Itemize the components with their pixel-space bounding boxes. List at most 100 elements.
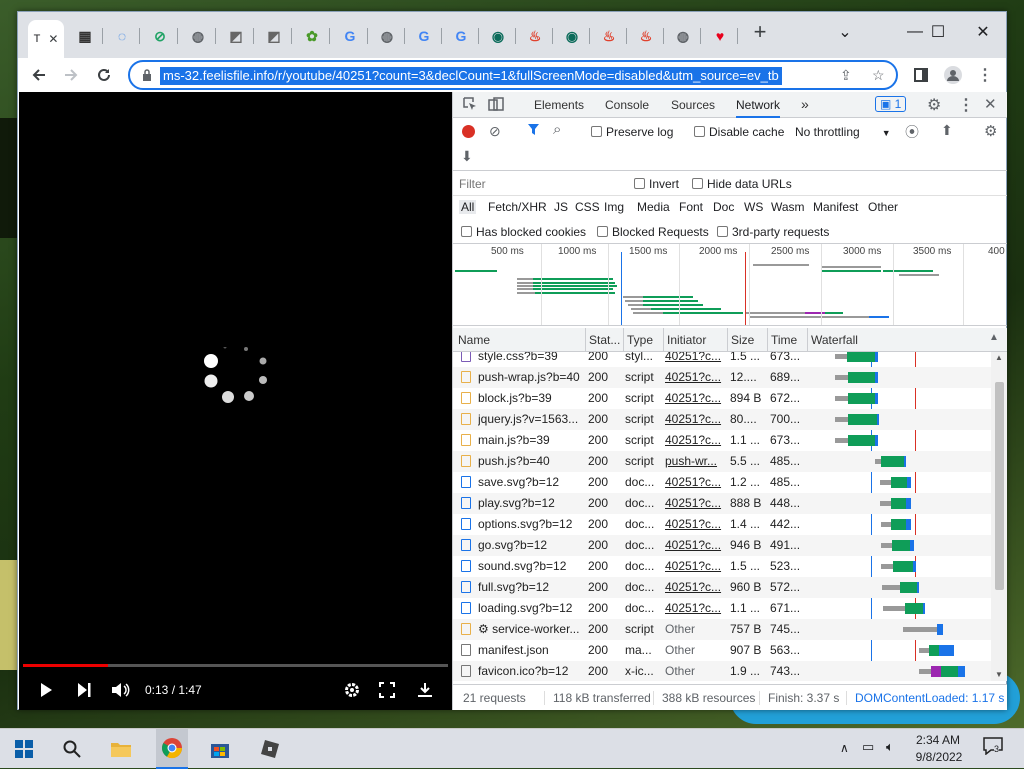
cell-name[interactable]: sound.svg?b=12: [478, 559, 584, 573]
type-filter-fetch-xhr[interactable]: Fetch/XHR: [488, 200, 547, 214]
devtools-tab-sources[interactable]: Sources: [671, 98, 715, 112]
column-header-size[interactable]: Size: [731, 333, 754, 347]
tab-loading[interactable]: ◌: [104, 21, 140, 51]
table-row[interactable]: main.js?b=39 200 script 40251?c... 1.1 ... 67…: [453, 430, 991, 451]
column-header-type[interactable]: Type: [627, 333, 653, 347]
scrollbar-thumb[interactable]: [995, 382, 1004, 590]
maximize-button[interactable]: ☐: [915, 18, 961, 46]
settings-button[interactable]: [344, 682, 360, 701]
cell-initiator[interactable]: Other: [665, 622, 725, 636]
type-filter-css[interactable]: CSS: [575, 200, 600, 214]
table-row[interactable]: jquery.js?v=1563... 200 script 40251?c... 80…: [453, 409, 991, 430]
network-status-icon[interactable]: ▭: [862, 739, 874, 755]
record-icon[interactable]: [462, 125, 475, 138]
notification-center-button[interactable]: 3: [983, 737, 1003, 757]
clock-date[interactable]: 9/8/2022: [914, 750, 964, 764]
clock-time[interactable]: 2:34 AM: [916, 733, 960, 747]
tab-6[interactable]: ◩: [218, 21, 254, 51]
has-blocked-cookies-checkbox[interactable]: Has blocked cookies: [461, 225, 586, 239]
reload-button[interactable]: [93, 64, 115, 86]
devtools-tab-elements[interactable]: Elements: [534, 98, 584, 112]
tab-15[interactable]: ◉: [554, 21, 590, 51]
more-tabs-button[interactable]: »: [801, 96, 809, 112]
url-text[interactable]: ms-32.feelisfile.info/r/youtube/40251?co…: [160, 67, 782, 85]
tab-2[interactable]: ▦: [67, 21, 103, 51]
close-window-button[interactable]: ✕: [960, 18, 1006, 46]
tab-search-button[interactable]: ⌄: [822, 18, 868, 46]
upload-icon[interactable]: ⬆: [941, 122, 953, 139]
tab-11[interactable]: G: [406, 21, 442, 51]
cell-name[interactable]: block.js?b=39: [478, 391, 584, 405]
throttling-select[interactable]: No throttling ▼: [795, 125, 891, 139]
tab-9[interactable]: G: [332, 21, 368, 51]
table-scrollbar[interactable]: ▲ ▼: [991, 352, 1007, 681]
cell-initiator[interactable]: 40251?c...: [665, 475, 725, 489]
table-row[interactable]: sound.svg?b=12 200 doc... 40251?c... 1.5 ...…: [453, 556, 991, 577]
cell-name[interactable]: ⚙ service-worker...: [478, 622, 584, 636]
table-row[interactable]: favicon.ico?b=12 200 x-ic... Other 1.9 ... 74…: [453, 661, 991, 681]
cell-name[interactable]: favicon.ico?b=12: [478, 664, 584, 678]
chrome-taskbar-button[interactable]: [156, 729, 188, 769]
show-hidden-icons-chevron-icon[interactable]: ∧: [840, 741, 849, 755]
cell-name[interactable]: go.svg?b=12: [478, 538, 584, 552]
table-row[interactable]: full.svg?b=12 200 doc... 40251?c... 960 B 572…: [453, 577, 991, 598]
bookmark-star-icon[interactable]: ☆: [872, 67, 885, 84]
network-settings-gear-icon[interactable]: ⚙: [984, 122, 997, 140]
table-row[interactable]: style.css?b=39 200 styl... 40251?c... 1.5 ..…: [453, 352, 991, 367]
type-filter-js[interactable]: JS: [554, 200, 568, 214]
profile-button[interactable]: [942, 64, 964, 86]
column-header-name[interactable]: Name: [458, 333, 490, 347]
issues-badge[interactable]: ▣ 1: [875, 96, 907, 112]
video-player[interactable]: 0:13 / 1:47: [19, 92, 452, 710]
table-row[interactable]: push.js?b=40 200 script push-wr... 5.5 ... 48…: [453, 451, 991, 472]
cell-name[interactable]: jquery.js?v=1563...: [478, 412, 584, 426]
table-row[interactable]: play.svg?b=12 200 doc... 40251?c... 888 B 448…: [453, 493, 991, 514]
preserve-log-checkbox[interactable]: Preserve log: [591, 125, 673, 139]
cell-initiator[interactable]: 40251?c...: [665, 580, 725, 594]
cell-initiator[interactable]: Other: [665, 664, 725, 678]
blocked-requests-checkbox[interactable]: Blocked Requests: [597, 225, 709, 239]
tab-19[interactable]: ♥: [702, 21, 738, 51]
hide-data-urls-checkbox[interactable]: Hide data URLs: [692, 177, 792, 191]
cell-name[interactable]: style.css?b=39: [478, 352, 584, 363]
cell-initiator[interactable]: 40251?c...: [665, 517, 725, 531]
file-explorer-button[interactable]: [105, 735, 137, 763]
devtools-close-icon[interactable]: ✕: [984, 95, 997, 113]
table-row[interactable]: block.js?b=39 200 script 40251?c... 894 B 672…: [453, 388, 991, 409]
cell-name[interactable]: push-wrap.js?b=40: [478, 370, 584, 384]
tab-8[interactable]: ✿: [294, 21, 330, 51]
tab-7[interactable]: ◩: [256, 21, 292, 51]
search-icon[interactable]: ⌕: [553, 121, 561, 138]
table-row[interactable]: save.svg?b=12 200 doc... 40251?c... 1.2 ... 4…: [453, 472, 991, 493]
devtools-tab-network[interactable]: Network: [736, 98, 781, 118]
cell-name[interactable]: play.svg?b=12: [478, 496, 584, 510]
column-divider[interactable]: [807, 328, 808, 351]
type-filter-doc[interactable]: Doc: [713, 200, 734, 214]
cell-initiator[interactable]: 40251?c...: [665, 496, 725, 510]
cell-name[interactable]: manifest.json: [478, 643, 584, 657]
tab-current[interactable]: T ✕: [28, 20, 64, 58]
speaker-icon[interactable]: 🔈︎: [886, 739, 894, 755]
network-overview-timeline[interactable]: 500 ms 1000 ms 1500 ms 2000 ms 2500 ms 3000 m…: [453, 244, 1007, 326]
tab-18[interactable]: ◍: [665, 21, 701, 51]
type-filter-img[interactable]: Img: [604, 200, 624, 214]
devtools-settings-gear-icon[interactable]: ⚙: [927, 95, 941, 115]
start-button[interactable]: [8, 735, 40, 763]
back-button[interactable]: [28, 64, 50, 86]
type-filter-manifest[interactable]: Manifest: [813, 200, 858, 214]
tab-17[interactable]: ♨: [628, 21, 664, 51]
download-button[interactable]: [417, 682, 433, 701]
cell-name[interactable]: full.svg?b=12: [478, 580, 584, 594]
tab-16[interactable]: ♨: [591, 21, 627, 51]
cell-initiator[interactable]: 40251?c...: [665, 433, 725, 447]
cell-name[interactable]: save.svg?b=12: [478, 475, 584, 489]
download-har-icon[interactable]: ⬇: [461, 148, 473, 165]
table-row[interactable]: ⚙ service-worker... 200 script Other 757 B 74…: [453, 619, 991, 640]
cell-initiator[interactable]: push-wr...: [665, 454, 725, 468]
tab-13[interactable]: ◉: [480, 21, 516, 51]
forward-button[interactable]: [60, 64, 82, 86]
cell-initiator[interactable]: Other: [665, 643, 725, 657]
type-filter-ws[interactable]: WS: [744, 200, 763, 214]
clear-icon[interactable]: ⊘: [489, 123, 501, 140]
store-taskbar-button[interactable]: [204, 735, 236, 763]
